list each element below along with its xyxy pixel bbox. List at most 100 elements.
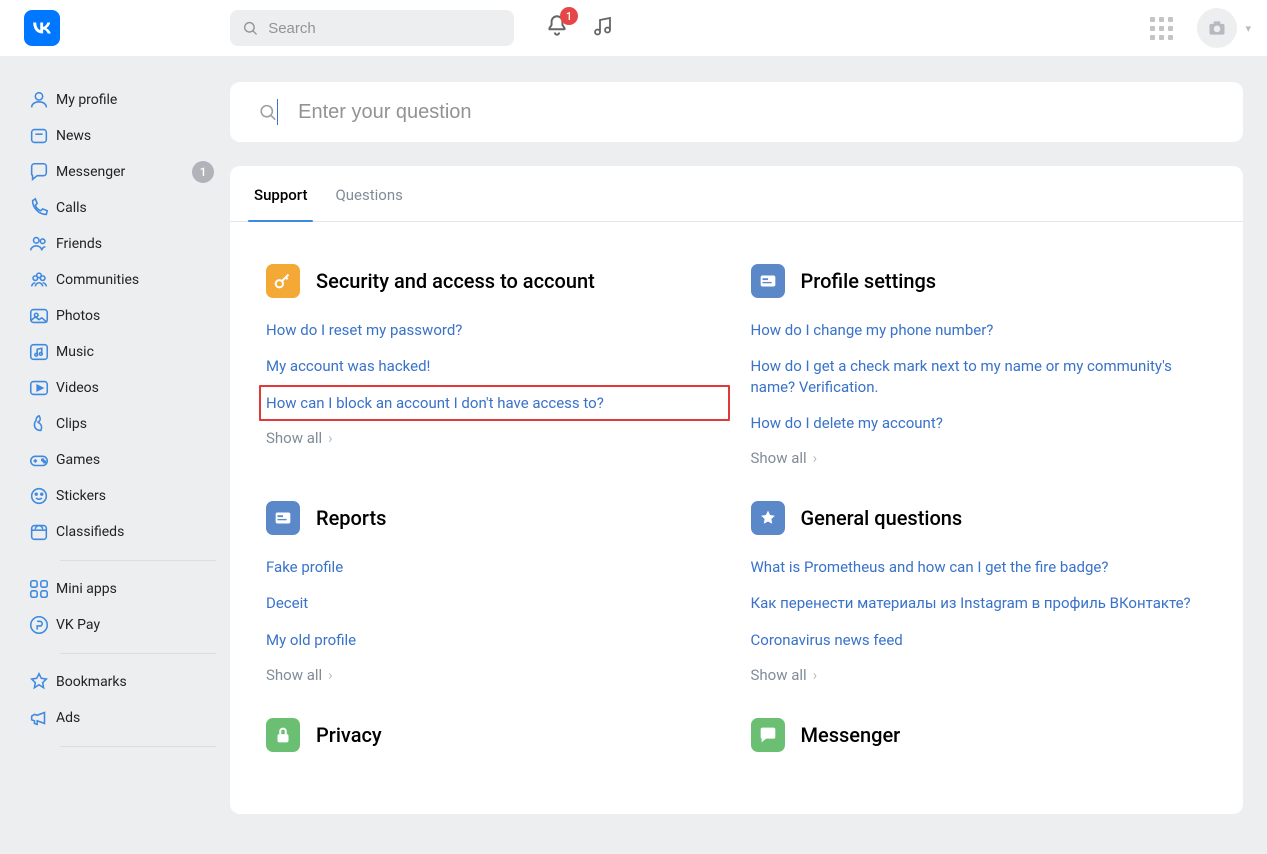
sidebar-item-messenger[interactable]: Messenger1 <box>24 154 224 190</box>
camera-icon <box>1207 18 1227 38</box>
pay-icon <box>28 614 50 636</box>
bookmark-icon <box>28 671 50 693</box>
phone-icon <box>28 197 50 219</box>
section-title: Profile settings <box>801 269 937 293</box>
help-link[interactable]: How do I delete my account? <box>751 413 1208 433</box>
ads-icon <box>28 707 50 729</box>
header-search[interactable] <box>230 10 514 46</box>
sidebar-item-bookmarks[interactable]: Bookmarks <box>24 664 224 700</box>
video-icon <box>28 377 50 399</box>
chevron-right-icon: › <box>328 429 333 447</box>
sidebar-item-calls[interactable]: Calls <box>24 190 224 226</box>
music2-icon <box>28 341 50 363</box>
community-icon <box>28 269 50 291</box>
sidebar-item-friends[interactable]: Friends <box>24 226 224 262</box>
section-icon <box>266 501 300 535</box>
music-note-icon <box>592 14 616 38</box>
avatar <box>1197 8 1237 48</box>
help-link[interactable]: Coronavirus news feed <box>751 630 1208 650</box>
section-title: Privacy <box>316 723 382 747</box>
sidebar-badge: 1 <box>192 161 214 183</box>
chevron-right-icon: › <box>813 666 818 684</box>
help-link[interactable]: My old profile <box>266 630 723 650</box>
card-icon <box>272 507 294 529</box>
tab-support[interactable]: Support <box>254 166 307 221</box>
card-icon <box>757 270 779 292</box>
section-messenger: Messenger <box>751 718 1208 774</box>
text-cursor <box>277 99 278 125</box>
section-title: Messenger <box>801 723 901 747</box>
section-title: Reports <box>316 506 386 530</box>
mini-icon <box>28 578 50 600</box>
sidebar-item-ads[interactable]: Ads <box>24 700 224 736</box>
lock-icon <box>272 724 294 746</box>
sidebar: My profile News Messenger1 Calls FriendsComm… <box>24 56 224 757</box>
vk-logo[interactable] <box>24 10 60 46</box>
sidebar-item-music[interactable]: Music <box>24 334 224 370</box>
tab-questions[interactable]: Questions <box>335 166 402 221</box>
help-link[interactable]: Как перенести материалы из Instagram в п… <box>751 593 1208 613</box>
show-all-link[interactable]: Show all› <box>266 429 723 447</box>
chevron-right-icon: › <box>328 666 333 684</box>
profile-menu[interactable]: ▾ <box>1197 8 1251 48</box>
stickers-icon <box>28 485 50 507</box>
sidebar-item-stickers[interactable]: Stickers <box>24 478 224 514</box>
main-content: Support Questions Security and access to … <box>230 56 1243 814</box>
sidebar-item-videos[interactable]: Videos <box>24 370 224 406</box>
sidebar-item-games[interactable]: Games <box>24 442 224 478</box>
notif-badge: 1 <box>560 7 578 25</box>
help-link[interactable]: My account was hacked! <box>266 356 723 376</box>
help-link[interactable]: Deceit <box>266 593 723 613</box>
help-link[interactable]: How do I get a check mark next to my nam… <box>751 356 1208 397</box>
show-all-link[interactable]: Show all› <box>751 666 1208 684</box>
search-icon <box>258 102 277 122</box>
sidebar-label: My profile <box>56 92 214 108</box>
games-icon <box>28 449 50 471</box>
header: 1 ▾ <box>0 0 1267 56</box>
header-search-input[interactable] <box>268 20 502 37</box>
news-icon <box>28 125 50 147</box>
section-reports: Reports Fake profile Deceit My old profile S… <box>266 501 723 684</box>
tabs: Support Questions <box>230 166 1243 222</box>
clips-icon <box>28 413 50 435</box>
help-link[interactable]: Fake profile <box>266 557 723 577</box>
photo-icon <box>28 305 50 327</box>
sidebar-label: Calls <box>56 200 214 216</box>
sidebar-item-my-profile[interactable]: My profile <box>24 82 224 118</box>
sidebar-item-vk-pay[interactable]: VK Pay <box>24 607 224 643</box>
help-link[interactable]: How do I change my phone number? <box>751 320 1208 340</box>
key-icon <box>272 270 294 292</box>
question-input[interactable] <box>298 101 1215 124</box>
sidebar-item-clips[interactable]: Clips <box>24 406 224 442</box>
chat-icon <box>28 161 50 183</box>
section-icon <box>266 718 300 752</box>
show-all-link[interactable]: Show all› <box>266 666 723 684</box>
sidebar-label: Games <box>56 452 214 468</box>
help-link[interactable]: What is Prometheus and how can I get the… <box>751 557 1208 577</box>
help-link[interactable]: How can I block an account I don't have … <box>266 394 604 412</box>
sidebar-item-communities[interactable]: Communities <box>24 262 224 298</box>
support-sections: Security and access to accountHow do I r… <box>230 222 1243 814</box>
search-icon <box>242 19 258 37</box>
sidebar-label: Clips <box>56 416 214 432</box>
apps-grid-button[interactable] <box>1150 17 1173 40</box>
sidebar-item-news[interactable]: News <box>24 118 224 154</box>
user-icon <box>28 89 50 111</box>
sidebar-label: Stickers <box>56 488 214 504</box>
sidebar-label: News <box>56 128 214 144</box>
question-search[interactable] <box>230 82 1243 142</box>
music-button[interactable] <box>592 14 616 42</box>
notifications-button[interactable]: 1 <box>544 13 570 43</box>
sidebar-label: Messenger <box>56 164 192 180</box>
sidebar-item-classifieds[interactable]: Classifieds <box>24 514 224 550</box>
vk-icon <box>31 17 53 39</box>
sidebar-label: Photos <box>56 308 214 324</box>
section-icon <box>266 264 300 298</box>
show-all-link[interactable]: Show all› <box>751 449 1208 467</box>
help-link[interactable]: How do I reset my password? <box>266 320 723 340</box>
sidebar-item-photos[interactable]: Photos <box>24 298 224 334</box>
section-icon <box>751 264 785 298</box>
sidebar-item-mini-apps[interactable]: Mini apps <box>24 571 224 607</box>
friends-icon <box>28 233 50 255</box>
section-icon <box>751 718 785 752</box>
